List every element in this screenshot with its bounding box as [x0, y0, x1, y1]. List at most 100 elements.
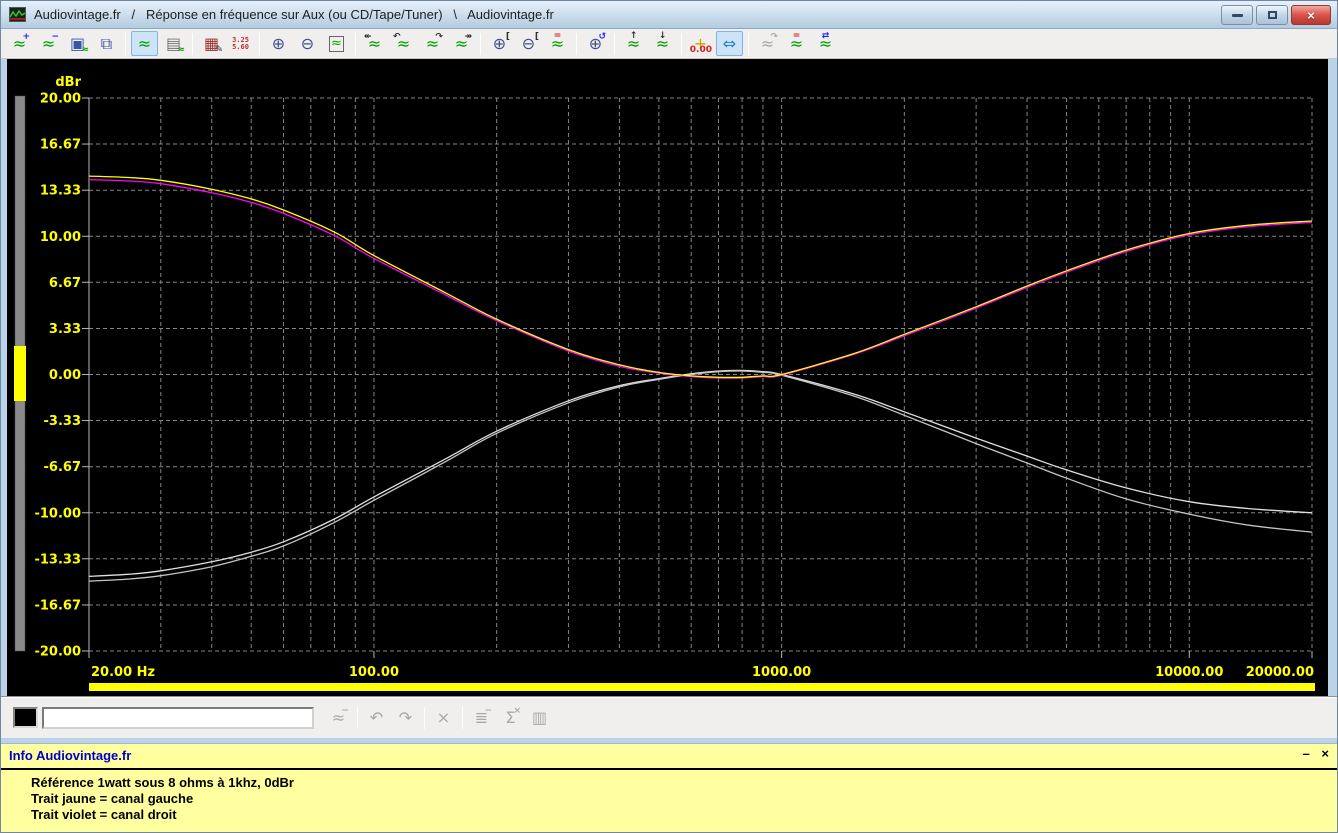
info-line: Référence 1watt sous 8 ohms à 1khz, 0dBr [31, 775, 294, 790]
main-toolbar: ≈ + ≈ − ▣ ≈ ⧉ ≈ ▤ ≈ ▦ ✎ 3.25 5.60 ⊕ ⊖ ≈ ≈ ↞ ≈ ↶ ≈ ↷ ≈ ↠ ⊕[⊖[≈ = ⊕ ↺… [1, 29, 1337, 59]
shift-up-button[interactable]: ≈ ↑ [620, 31, 647, 56]
compress-x-button[interactable]: ⊖[ [515, 31, 542, 56]
toolbar-separator [424, 706, 425, 729]
tolerance-band-badge: = [792, 31, 801, 41]
x-tick-label: 100.00 [349, 665, 399, 680]
y-tick-label: -10.00 [34, 506, 81, 521]
y-tick-label: -13.33 [34, 552, 81, 567]
zoom-out-button[interactable]: ⊖ [294, 31, 321, 56]
set-zero-reference-badge: 0.00 [689, 45, 712, 55]
scroll-last-button[interactable]: ≈ ↠ [448, 31, 475, 56]
compress-x-badge: [ [534, 32, 539, 42]
toolbar-separator [462, 706, 463, 729]
y-tick-label: 0.00 [49, 368, 81, 383]
statistics-button: Σ × [497, 705, 524, 730]
value-list-button[interactable]: 3.25 5.60 [227, 31, 254, 56]
title-bar: Audiovintage.fr / Réponse en fréquence s… [1, 1, 1337, 29]
shift-up-badge: ↑ [629, 31, 638, 41]
show-curves-button[interactable]: ≈ [131, 31, 158, 56]
scroll-first-button[interactable]: ≈ ↞ [361, 31, 388, 56]
show-curves-icon: ≈ [137, 33, 152, 53]
statistics-badge: × [513, 706, 521, 716]
save-curve-button[interactable]: ▣ ≈ [64, 31, 91, 56]
app-window: Audiovintage.fr / Réponse en fréquence s… [0, 0, 1338, 833]
x-position-bar[interactable] [89, 683, 1315, 691]
zoom-in-icon: ⊕ [271, 33, 286, 53]
x-tick-label: 1000.00 [752, 665, 811, 680]
trace-2 [88, 369, 1313, 577]
info-lines: Référence 1watt sous 8 ohms à 1khz, 0dBr… [9, 775, 1329, 823]
zoom-reset-button[interactable]: ⊕ ↺ [582, 31, 609, 56]
limit-lines-button[interactable]: ≈ = [544, 31, 571, 56]
x-tick-label: 10000.00 [1155, 665, 1223, 680]
offset-cursor-button[interactable]: ≈ ⇄ [812, 31, 839, 56]
fit-curve-button[interactable]: ≈ [323, 31, 350, 56]
expand-x-icon: ⊕ [492, 33, 507, 53]
cursor-toolbar: ≈ − ↶ ↷ × ≣ − Σ × ▥ [1, 696, 1337, 738]
y-tick-label: -20.00 [34, 645, 81, 660]
offset-cursor-badge: ⇄ [821, 31, 830, 41]
minimize-icon [1231, 13, 1243, 17]
delete-curve-button[interactable]: ≈ − [35, 31, 62, 56]
toolbar-separator [681, 32, 682, 55]
smooth-curve-button: ≈ ↷ [754, 31, 781, 56]
window-title: Audiovintage.fr / Réponse en fréquence s… [34, 7, 554, 22]
set-zero-reference-button[interactable]: +0.00 [687, 31, 714, 56]
smooth-curve-badge: ↷ [770, 32, 778, 42]
copy-curve-button[interactable]: ⧉ [93, 31, 120, 56]
delete-selection-button: × [430, 705, 457, 730]
toolbar-separator [576, 32, 577, 55]
scroll-prev-button[interactable]: ≈ ↶ [390, 31, 417, 56]
toolbar-separator [192, 32, 193, 55]
y-tick-label: 10.00 [40, 230, 81, 245]
expand-x-button[interactable]: ⊕[ [486, 31, 513, 56]
toolbar-separator [748, 32, 749, 55]
info-close-icon[interactable]: × [1321, 746, 1329, 761]
delete-curve-badge: − [51, 32, 59, 42]
tolerance-band-button[interactable]: ≈ = [783, 31, 810, 56]
cursor-readout-input[interactable] [42, 706, 314, 729]
info-panel-title: Info Audiovintage.fr [9, 748, 132, 763]
save-curve-badge: ≈ [81, 45, 89, 55]
scroll-next-badge: ↷ [435, 32, 443, 42]
toolbar-separator [125, 32, 126, 55]
toolbar-separator [355, 32, 356, 55]
edit-values-button[interactable]: ▦ ✎ [198, 31, 225, 56]
shift-down-badge: ↓ [658, 31, 667, 41]
maximize-button[interactable] [1256, 5, 1288, 25]
info-line: Trait violet = canal droit [31, 807, 177, 822]
print-curves-button[interactable]: ▤ ≈ [160, 31, 187, 56]
zoom-in-button[interactable]: ⊕ [265, 31, 292, 56]
close-button[interactable]: × [1291, 5, 1331, 25]
autoscale-icon: ⇔ [722, 33, 737, 53]
minimize-button[interactable] [1221, 5, 1253, 25]
value-list-icon: 3.25 5.60 [232, 35, 249, 51]
close-icon: × [1307, 7, 1315, 23]
redo-icon: ↷ [398, 707, 413, 727]
level-bar [14, 95, 26, 652]
scroll-next-button[interactable]: ≈ ↷ [419, 31, 446, 56]
color-swatch[interactable] [13, 707, 38, 728]
y-tick-label: 20.00 [40, 92, 81, 107]
toolbar-separator [614, 32, 615, 55]
zoom-out-icon: ⊖ [300, 33, 315, 53]
y-tick-label: -6.67 [44, 460, 81, 475]
x-tick-label: 20.00 Hz [91, 665, 155, 680]
copy-curve-icon: ⧉ [100, 33, 113, 53]
add-curve-button[interactable]: ≈ + [6, 31, 33, 56]
y-tick-label: -16.67 [34, 598, 81, 613]
list-values-button: ≣ − [468, 705, 495, 730]
toolbar-separator [357, 706, 358, 729]
autoscale-button[interactable]: ⇔ [716, 31, 743, 56]
distribution-icon: ▥ [531, 707, 548, 727]
zoom-reset-badge: ↺ [598, 32, 606, 42]
info-minimize-icon[interactable]: – [1303, 746, 1310, 761]
list-values-badge: − [484, 706, 492, 716]
chart-area: 20.00 16.67 13.33 10.00 6.67 3.33 0.00 -3.33 -6.… [1, 59, 1337, 696]
toolbar-separator [480, 32, 481, 55]
level-bar-indicator[interactable] [14, 346, 26, 401]
y-tick-label: 6.67 [49, 276, 81, 291]
y-axis-unit-label: dBr [55, 75, 81, 90]
shift-down-button[interactable]: ≈ ↓ [649, 31, 676, 56]
frequency-response-chart: 20.00 16.67 13.33 10.00 6.67 3.33 0.00 -3.33 -6.… [14, 75, 1315, 691]
